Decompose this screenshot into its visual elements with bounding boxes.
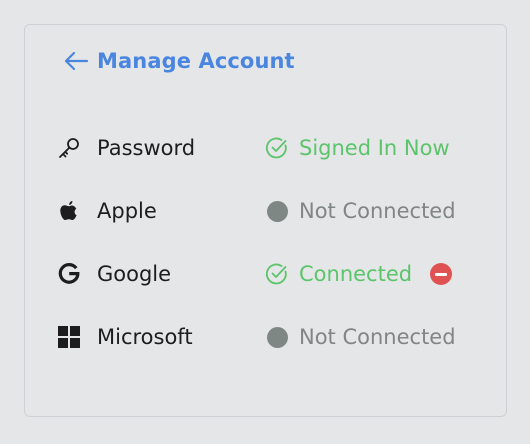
account-row-google: Google Connected xyxy=(57,257,487,291)
status-label: Not Connected xyxy=(299,199,456,223)
status-label: Connected xyxy=(299,262,413,286)
arrow-left-icon xyxy=(63,51,89,71)
back-link[interactable]: Manage Account xyxy=(63,49,295,73)
status-dot-icon xyxy=(265,199,289,223)
disconnect-button[interactable] xyxy=(430,263,453,285)
microsoft-logo-icon xyxy=(57,325,81,349)
account-row-microsoft: Microsoft Not Connected xyxy=(57,320,487,354)
status-not-connected: Not Connected xyxy=(265,199,456,223)
account-row-password: Password Signed In Now xyxy=(57,131,487,165)
provider-label: Microsoft xyxy=(97,325,193,349)
google-logo-icon xyxy=(57,262,81,286)
manage-account-panel: Manage Account Password Signed In Now Ap… xyxy=(24,24,507,417)
provider-label: Google xyxy=(97,262,172,286)
check-circle-icon xyxy=(265,262,289,286)
apple-logo-icon xyxy=(57,199,81,223)
status-connected: Signed In Now xyxy=(265,136,450,160)
status-connected: Connected xyxy=(265,262,453,286)
check-circle-icon xyxy=(265,136,289,160)
status-label: Signed In Now xyxy=(299,136,450,160)
provider-label: Password xyxy=(97,136,196,160)
key-icon xyxy=(57,136,81,160)
back-link-label: Manage Account xyxy=(97,49,295,73)
status-not-connected: Not Connected xyxy=(265,325,456,349)
status-label: Not Connected xyxy=(299,325,456,349)
provider-label: Apple xyxy=(97,199,157,223)
account-row-apple: Apple Not Connected xyxy=(57,194,487,228)
status-dot-icon xyxy=(265,325,289,349)
